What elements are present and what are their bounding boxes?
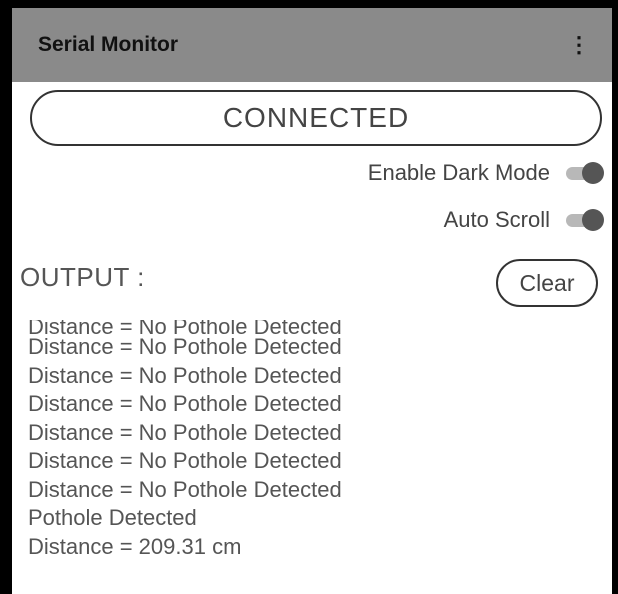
log-line: Distance = No Pothole Detected xyxy=(28,419,342,445)
connection-status-label: CONNECTED xyxy=(222,102,410,133)
log-line: Distance = 209.31 cm xyxy=(28,533,242,559)
clear-button[interactable]: Clear xyxy=(496,259,598,307)
log-list: Distance = No Pothole Detected Distance =… xyxy=(28,333,342,561)
app-title: Serial Monitor xyxy=(38,33,179,56)
log-line: Distance = No Pothole Detected xyxy=(28,448,342,473)
dark-mode-setting: Enable Dark Mode xyxy=(368,160,604,186)
app-screen: Serial Monitor ⋮ CONNECTED Enable Dark M… xyxy=(12,8,612,594)
app-bar: Serial Monitor ⋮ xyxy=(12,8,612,82)
toggle-thumb xyxy=(582,209,604,231)
auto-scroll-label: Auto Scroll xyxy=(443,207,550,232)
auto-scroll-toggle[interactable] xyxy=(564,209,604,231)
log-line: Distance = No Pothole Detected xyxy=(28,391,342,416)
log-line: Distance = No Pothole Detected xyxy=(28,476,342,502)
dark-mode-toggle[interactable] xyxy=(564,162,604,184)
log-line: Distance = No Pothole Detected xyxy=(28,334,342,359)
dark-mode-label: Enable Dark Mode xyxy=(367,160,550,185)
serial-output-log[interactable]: Distance = No Pothole Detected Distance … xyxy=(28,320,588,582)
log-line: Distance = No Pothole Detected xyxy=(28,362,342,388)
clear-button-label: Clear xyxy=(519,269,575,296)
output-label: OUTPUT : xyxy=(20,262,145,292)
toggle-thumb xyxy=(582,162,604,184)
more-vert-icon[interactable]: ⋮ xyxy=(568,32,590,58)
log-line: Pothole Detected xyxy=(28,505,197,530)
auto-scroll-setting: Auto Scroll xyxy=(444,207,604,233)
connection-status-button[interactable]: CONNECTED xyxy=(30,90,602,146)
